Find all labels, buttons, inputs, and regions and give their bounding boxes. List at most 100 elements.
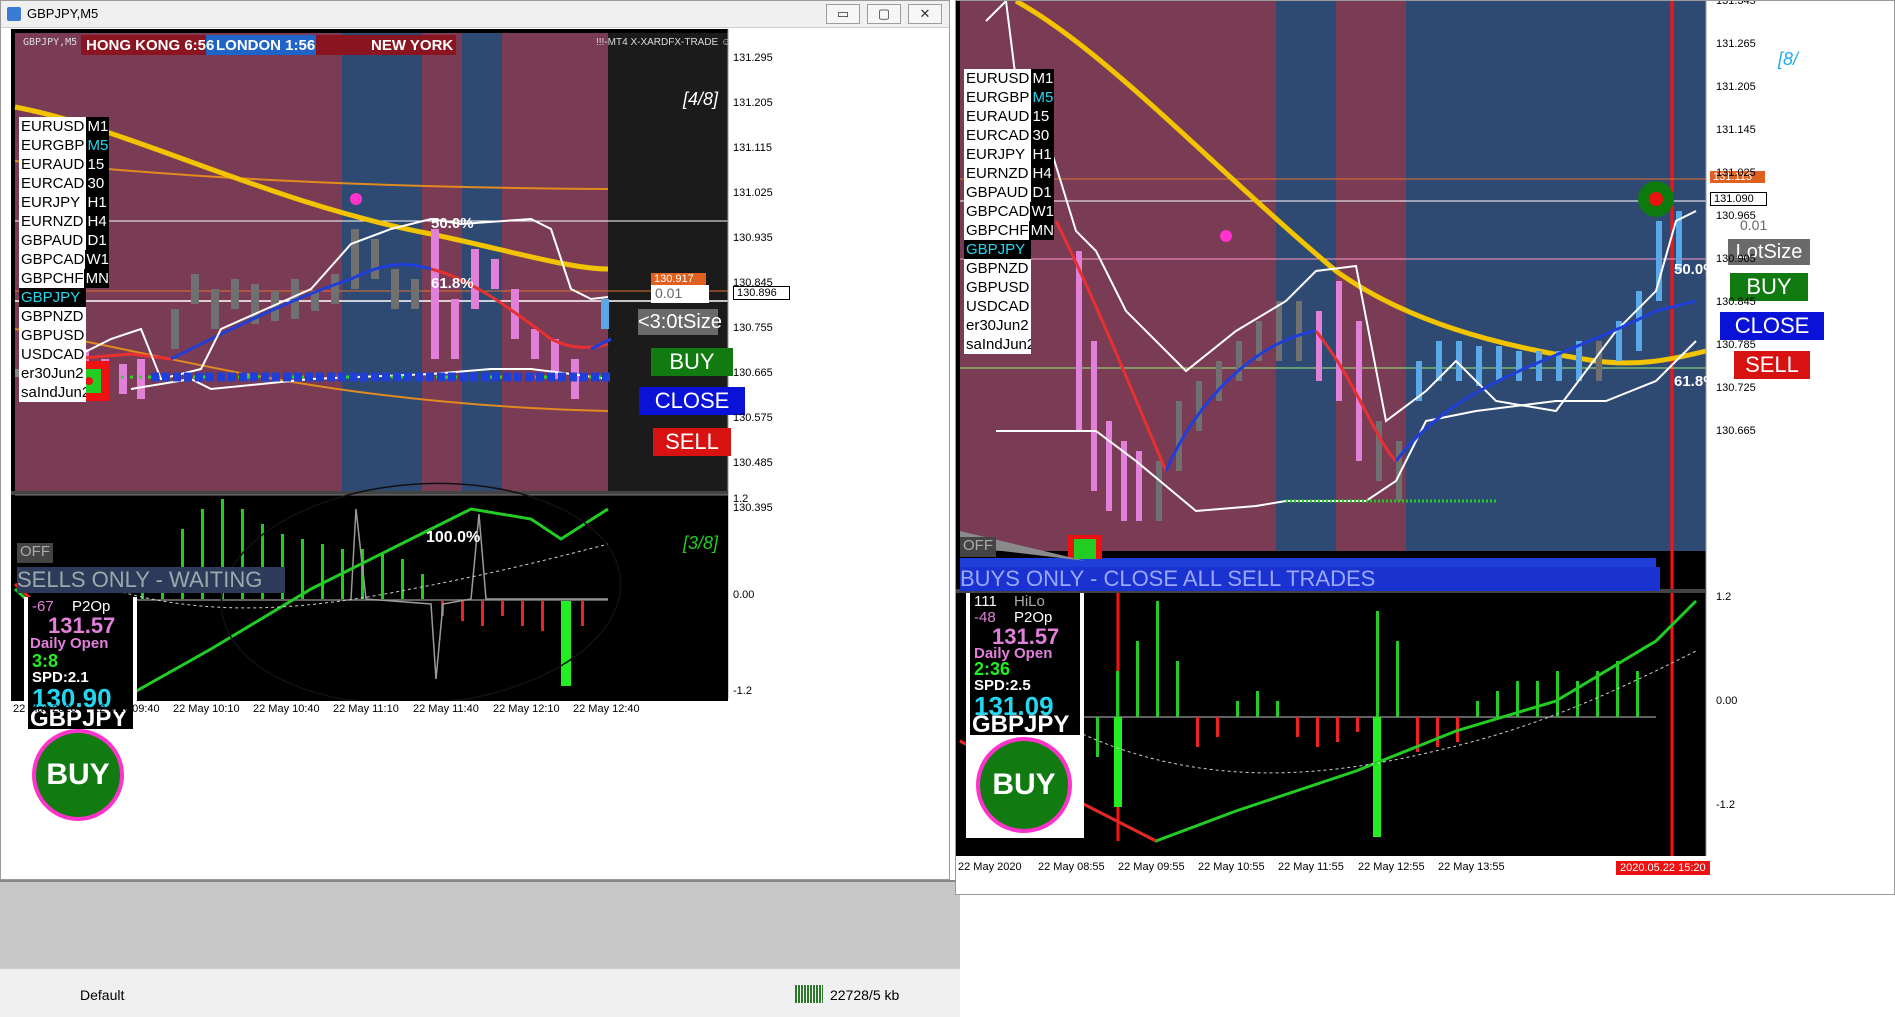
symbol-row[interactable]: GBPAUD D1 [964,183,1054,202]
timeframe-label[interactable]: H4 [85,212,109,231]
murrey-top-label-right: [8/ [1778,49,1799,69]
symbol-row[interactable]: EURAUD 15 [964,107,1054,126]
auto-off-toggle-right[interactable]: OFF [960,537,996,557]
close-trade-button-right[interactable]: CLOSE [1720,312,1824,340]
symbol-row[interactable]: EURNZD H4 [964,164,1054,183]
symbol-row[interactable]: EURGBP M5 [964,88,1054,107]
minimize-button[interactable]: ▭ [826,4,860,24]
symbol-row[interactable]: EURCAD 30 [964,126,1054,145]
close-trade-button[interactable]: CLOSE [639,387,745,415]
symbol-row[interactable]: GBPUSD [964,278,1054,297]
timeframe-label[interactable]: 15 [85,155,109,174]
symbol-row[interactable]: USDCAD [964,297,1054,316]
symbol-row[interactable]: er30Jun2 [19,364,109,383]
timeframe-label[interactable] [86,326,110,345]
symbol-name: GBPCAD [19,250,85,269]
axis-tick-label: 130.785 [1716,339,1756,351]
symbol-row[interactable]: GBPCHF MN [19,269,109,288]
close-window-button[interactable]: ✕ [908,4,942,24]
symbol-row[interactable]: saIndJun2 [19,383,109,402]
price-badge-current-right: 131.090 [1710,192,1767,206]
symbol-row[interactable]: GBPCAD W1 [964,202,1054,221]
sell-button[interactable]: SELL [653,428,731,456]
timeframe-label[interactable]: W1 [1029,202,1054,221]
timeframe-label[interactable] [86,383,110,402]
timeframe-label[interactable]: 30 [1030,126,1054,145]
symbol-list-left: EURUSD M1 EURGBP M5 EURAUD 15 EURCAD 30 EURJPY H1… [19,117,109,402]
symbol-row[interactable]: GBPJPY [19,288,109,307]
timeframe-label[interactable]: M5 [1030,88,1054,107]
symbol-row[interactable]: EURCAD 30 [19,174,109,193]
axis-tick-label: 22 May 09:40 [93,703,160,715]
restore-button[interactable]: ▢ [867,4,901,24]
symbol-row[interactable]: GBPJPY [964,240,1054,259]
timeframe-label[interactable] [1031,316,1055,335]
symbol-name: GBPCHF [19,269,84,288]
timeframe-label[interactable] [86,345,110,364]
price-chart-right[interactable]: EURUSD M1 EURGBP M5 EURAUD 15 EURCAD 30 EURJPY H1… [956,1,1894,894]
axis-tick-label: 130.905 [1716,253,1756,265]
symbol-name: EURCAD [19,174,86,193]
axis-tick-label: 130.845 [1716,296,1756,308]
sell-button-right[interactable]: SELL [1734,351,1810,379]
timeframe-label[interactable]: M5 [85,136,109,155]
symbol-row[interactable]: saIndJun2 [964,335,1054,354]
symbol-name: EURNZD [964,164,1031,183]
timeframe-label[interactable]: D1 [85,231,109,250]
symbol-row[interactable]: EURJPY H1 [19,193,109,212]
timeframe-label[interactable]: W1 [84,250,109,269]
timeframe-label[interactable]: 30 [85,174,109,193]
timeframe-label[interactable] [86,364,110,383]
chart-window-right[interactable]: EURUSD M1 EURGBP M5 EURAUD 15 EURCAD 30 EURJPY H1… [955,0,1895,895]
axis-tick-label: 131.025 [733,187,773,199]
symbol-name: EURGBP [964,88,1031,107]
lot-size-input[interactable]: 0.01 [651,285,709,303]
symbol-row[interactable]: GBPAUD D1 [19,231,109,250]
symbol-row[interactable]: GBPNZD [19,307,109,326]
timeframe-label[interactable]: MN [83,269,109,288]
symbol-row[interactable]: GBPNZD [964,259,1054,278]
symbol-row[interactable]: GBPCAD W1 [19,250,109,269]
timeframe-label[interactable] [86,288,110,307]
symbol-row[interactable]: EURNZD H4 [19,212,109,231]
axis-tick-label: 131.205 [733,97,773,109]
auto-off-toggle[interactable]: OFF [17,543,53,563]
axis-tick-label: 22 May 13:55 [1438,861,1505,873]
symbol-row[interactable]: er30Jun2 [964,316,1054,335]
symbol-row[interactable]: EURJPY H1 [964,145,1054,164]
timeframe-label[interactable] [1031,297,1055,316]
timeframe-label[interactable]: M1 [85,117,109,136]
timeframe-label[interactable] [1031,278,1055,297]
symbol-row[interactable]: EURUSD M1 [964,69,1054,88]
axis-tick-label: 22 May 12:40 [573,703,640,715]
buy-button[interactable]: BUY [651,348,733,376]
timeframe-label[interactable] [1031,335,1055,354]
symbol-name: saIndJun2 [964,335,1031,354]
timeframe-label[interactable]: H1 [1030,145,1054,164]
symbol-row[interactable]: GBPUSD [19,326,109,345]
symbol-name: EURJPY [964,145,1031,164]
status-message: SELLS ONLY - WAITING [17,567,285,593]
timeframe-label[interactable]: H1 [85,193,109,212]
symbol-row[interactable]: GBPCHF MN [964,221,1054,240]
price-chart-left[interactable]: GBPJPY,M5 HONG KONG 6:56 LONDON 1:56 NEW… [11,29,943,871]
window-titlebar[interactable]: GBPJPY,M5 ▭ ▢ ✕ [1,1,949,28]
timeframe-label[interactable] [86,307,110,326]
status-message-right: BUYS ONLY - CLOSE ALL SELL TRADES [960,567,1660,591]
timeframe-label[interactable]: M1 [1030,69,1054,88]
terminal-panel[interactable] [0,880,960,970]
timeframe-label[interactable] [1031,240,1055,259]
symbol-row[interactable]: EURUSD M1 [19,117,109,136]
symbol-row[interactable]: EURGBP M5 [19,136,109,155]
timeframe-label[interactable]: 15 [1030,107,1054,126]
chart-window-left[interactable]: GBPJPY,M5 ▭ ▢ ✕ GBPJPY,M5 HONG KONG 6:56… [0,0,950,880]
symbol-name: GBPNZD [19,307,86,326]
symbol-row[interactable]: USDCAD [19,345,109,364]
timeframe-label[interactable] [1031,259,1055,278]
timeframe-label[interactable]: MN [1028,221,1054,240]
indicator-title: !!!-MT4 X-XARDFX-TRADE ☺ [596,37,732,48]
symbol-name: EURUSD [964,69,1031,88]
timeframe-label[interactable]: H4 [1030,164,1054,183]
timeframe-label[interactable]: D1 [1030,183,1054,202]
symbol-row[interactable]: EURAUD 15 [19,155,109,174]
